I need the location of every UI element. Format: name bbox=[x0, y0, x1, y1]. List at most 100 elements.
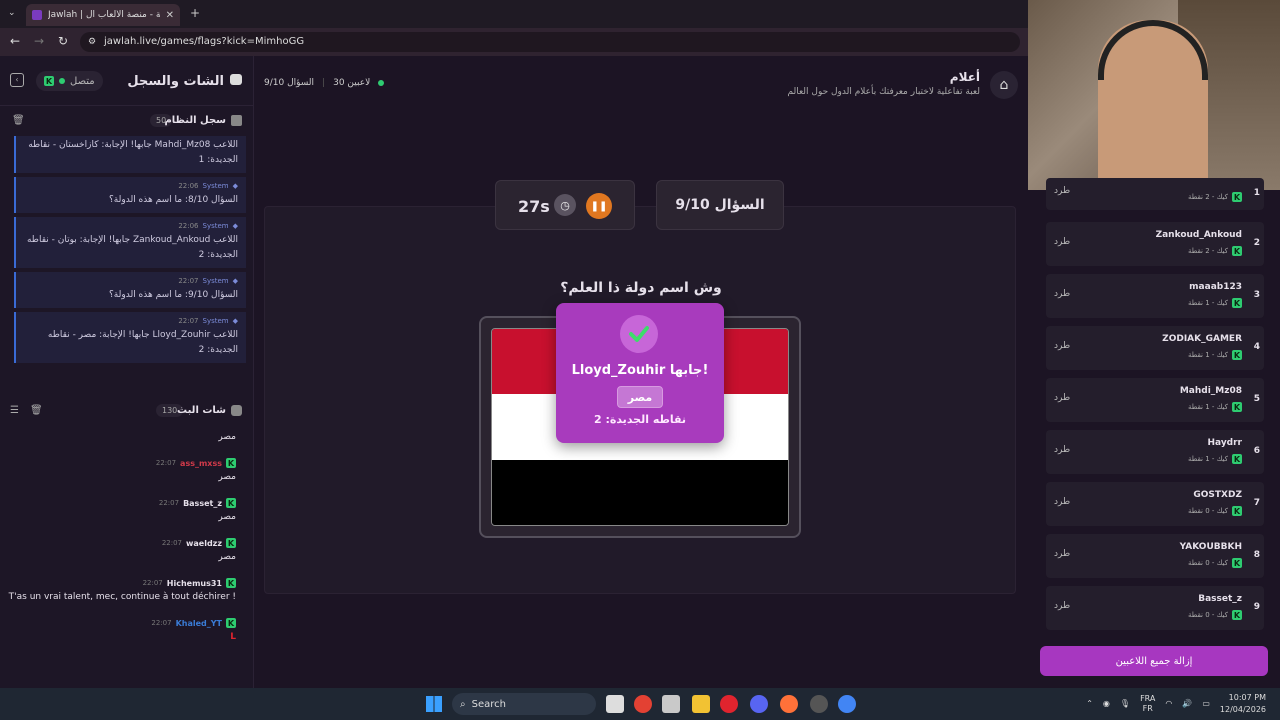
chat-user[interactable]: ass_mxss bbox=[180, 459, 222, 468]
chat-user[interactable]: waeldzz bbox=[186, 539, 222, 548]
chat-text: مصر bbox=[218, 472, 236, 482]
collapse-panel-icon[interactable]: ‹ bbox=[10, 73, 24, 87]
timer-value: 27s bbox=[518, 197, 550, 216]
player-sub: K كيك - 0 نقطة bbox=[1188, 558, 1242, 568]
kick-player-button[interactable]: طرد bbox=[1054, 549, 1070, 559]
game-area: ⌂ أعلام لعبة تفاعلية لاختبار معرفتك بأعل… bbox=[254, 56, 1028, 688]
windows-start-icon[interactable] bbox=[426, 696, 442, 712]
kick-player-button[interactable]: طرد bbox=[1054, 601, 1070, 611]
new-tab-button[interactable]: + bbox=[190, 6, 200, 20]
trash-icon[interactable]: 🗑 bbox=[12, 115, 25, 126]
chat-user[interactable]: Hichemus31 bbox=[167, 579, 222, 588]
player-sub: K كيك - 0 نقطة bbox=[1188, 610, 1242, 620]
chat-message: Kwaeldzz 22:07 مصر bbox=[0, 526, 254, 566]
player-row: 1 K كيك - 2 نقطة طرد bbox=[1046, 178, 1264, 210]
battery-icon[interactable]: ▭ bbox=[1202, 698, 1210, 710]
microphone-icon[interactable]: 🎙 bbox=[1120, 698, 1130, 710]
log-item: اللاعب Mahdi_Mz08 جابها! الإجابة: كازاخس… bbox=[14, 136, 246, 173]
taskbar-search[interactable]: ⌕ Search bbox=[452, 693, 596, 715]
timer-card: 27s ◷ ❚❚ bbox=[495, 180, 635, 230]
snipping-tool-icon[interactable] bbox=[662, 695, 680, 713]
log-icon bbox=[231, 115, 242, 126]
app-window: ‹ K متصل الشات والسجل 🗑 50 سجل النظام ال… bbox=[0, 56, 1028, 688]
kick-player-button[interactable]: طرد bbox=[1054, 289, 1070, 299]
forward-icon[interactable]: → bbox=[34, 34, 44, 48]
kick-icon: K bbox=[226, 578, 236, 588]
home-icon: ⌂ bbox=[999, 77, 1009, 93]
player-rank: 1 bbox=[1253, 188, 1260, 198]
language-indicator[interactable]: FRA FR bbox=[1140, 694, 1155, 714]
opera-icon[interactable] bbox=[720, 695, 738, 713]
site-info-icon[interactable]: ⚙ bbox=[88, 32, 96, 52]
kick-icon: K bbox=[226, 458, 236, 468]
firefox-icon[interactable] bbox=[780, 695, 798, 713]
clock[interactable]: 10:07 PM 12/04/2026 bbox=[1220, 692, 1266, 716]
player-name: YAKOUBBKH bbox=[1179, 542, 1242, 552]
task-view-icon[interactable] bbox=[606, 695, 624, 713]
chrome-icon[interactable] bbox=[838, 695, 856, 713]
search-icon: ⌕ bbox=[460, 698, 466, 710]
chat-text: T'as un vrai talent, mec, continue à tou… bbox=[8, 592, 236, 602]
player-score: كيك - 0 نقطة bbox=[1187, 611, 1228, 619]
player-score: كيك - 1 نقطة bbox=[1187, 403, 1228, 411]
player-sub: K كيك - 1 نقطة bbox=[1188, 402, 1242, 412]
log-sender: System bbox=[202, 277, 229, 285]
kick-player-button[interactable]: طرد bbox=[1054, 186, 1070, 196]
player-rank: 3 bbox=[1253, 290, 1260, 300]
browser-tab[interactable]: Jawlah | جولة - منصة الألعاب ال... ✕ bbox=[26, 4, 180, 26]
player-name: GOSTXDZ bbox=[1193, 490, 1242, 500]
address-toolbar: ← → ↻ ⚙ jawlah.live/games/flags?kick=Mim… bbox=[0, 28, 1028, 56]
tab-list-icon[interactable]: ⌄ bbox=[8, 8, 16, 18]
reload-icon[interactable]: ↻ bbox=[58, 34, 68, 48]
clock-time: 10:07 PM bbox=[1228, 693, 1266, 702]
game-title: أعلام bbox=[949, 70, 980, 84]
remove-all-players-button[interactable]: إزالة جميع اللاعبين bbox=[1040, 646, 1268, 676]
player-rank: 7 bbox=[1253, 498, 1260, 508]
chrome-icon[interactable] bbox=[634, 695, 652, 713]
log-text: السؤال 9/10: ما اسم هذه الدولة؟ bbox=[109, 290, 238, 300]
chat-message: مصر bbox=[0, 428, 254, 446]
popup-title: Lloyd_Zouhir جابها! bbox=[571, 363, 709, 378]
tab-title: Jawlah | جولة - منصة الألعاب ال... bbox=[48, 10, 160, 20]
kick-player-button[interactable]: طرد bbox=[1054, 497, 1070, 507]
chevron-up-icon[interactable]: ⌃ bbox=[1086, 698, 1093, 710]
player-sub: K كيك - 2 نقطة bbox=[1188, 246, 1242, 256]
discord-icon[interactable] bbox=[750, 695, 768, 713]
network-icon[interactable]: ◉ bbox=[1103, 698, 1110, 710]
home-button[interactable]: ⌂ bbox=[990, 71, 1018, 99]
obs-icon[interactable] bbox=[810, 695, 828, 713]
online-dot-icon bbox=[59, 78, 65, 84]
game-status: السؤال 9/10 | 30 لاعبين bbox=[264, 78, 385, 88]
wifi-icon[interactable]: ◠ bbox=[1165, 698, 1172, 710]
correct-answer-popup: Lloyd_Zouhir جابها! مصر نقاطه الجديدة: 2 bbox=[556, 303, 724, 443]
chat-list: مصر Kass_mxss 22:07 مصر K Basset_z 22:07 مص… bbox=[0, 428, 254, 683]
kick-player-button[interactable]: طرد bbox=[1054, 445, 1070, 455]
clock-date: 12/04/2026 bbox=[1219, 705, 1266, 714]
player-row: 5 Mahdi_Mz08 K كيك - 1 نقطة طرد bbox=[1046, 378, 1264, 422]
lang-top: FRA bbox=[1140, 694, 1156, 703]
player-name: maaab123 bbox=[1189, 282, 1242, 292]
kick-icon: K bbox=[1232, 246, 1242, 256]
trash-icon[interactable]: 🗑 bbox=[30, 405, 43, 416]
shield-icon: ◆ bbox=[232, 317, 238, 325]
filter-icon[interactable]: ☰ bbox=[10, 405, 19, 416]
kick-player-button[interactable]: طرد bbox=[1054, 237, 1070, 247]
pause-button[interactable]: ❚❚ bbox=[586, 193, 612, 219]
log-time: 22:07 bbox=[178, 277, 199, 285]
close-icon[interactable]: ✕ bbox=[166, 10, 174, 21]
popup-points: نقاطه الجديدة: 2 bbox=[593, 413, 687, 426]
chat-log-panel: ‹ K متصل الشات والسجل 🗑 50 سجل النظام ال… bbox=[0, 56, 254, 688]
system-tray: ⌃ ◉ 🎙 FRA FR ◠ 🔊 ▭ 10:07 PM 12/04/2026 bbox=[1086, 692, 1266, 716]
chat-user[interactable]: Basset_z bbox=[183, 499, 222, 508]
kick-player-button[interactable]: طرد bbox=[1054, 393, 1070, 403]
chat-user[interactable]: Khaled_YT bbox=[176, 619, 222, 628]
player-rank: 8 bbox=[1253, 550, 1260, 560]
file-explorer-icon[interactable] bbox=[692, 695, 710, 713]
player-name: ZODIAK_GAMER bbox=[1162, 334, 1242, 344]
kick-player-button[interactable]: طرد bbox=[1054, 341, 1070, 351]
volume-icon[interactable]: 🔊 bbox=[1182, 698, 1192, 710]
chat-time: 22:07 bbox=[155, 459, 177, 467]
url-bar[interactable]: ⚙ jawlah.live/games/flags?kick=MimhoGG bbox=[80, 32, 1020, 52]
question-text: وش اسم دولة ذا العلم؟ bbox=[560, 280, 722, 296]
back-icon[interactable]: ← bbox=[10, 34, 20, 48]
